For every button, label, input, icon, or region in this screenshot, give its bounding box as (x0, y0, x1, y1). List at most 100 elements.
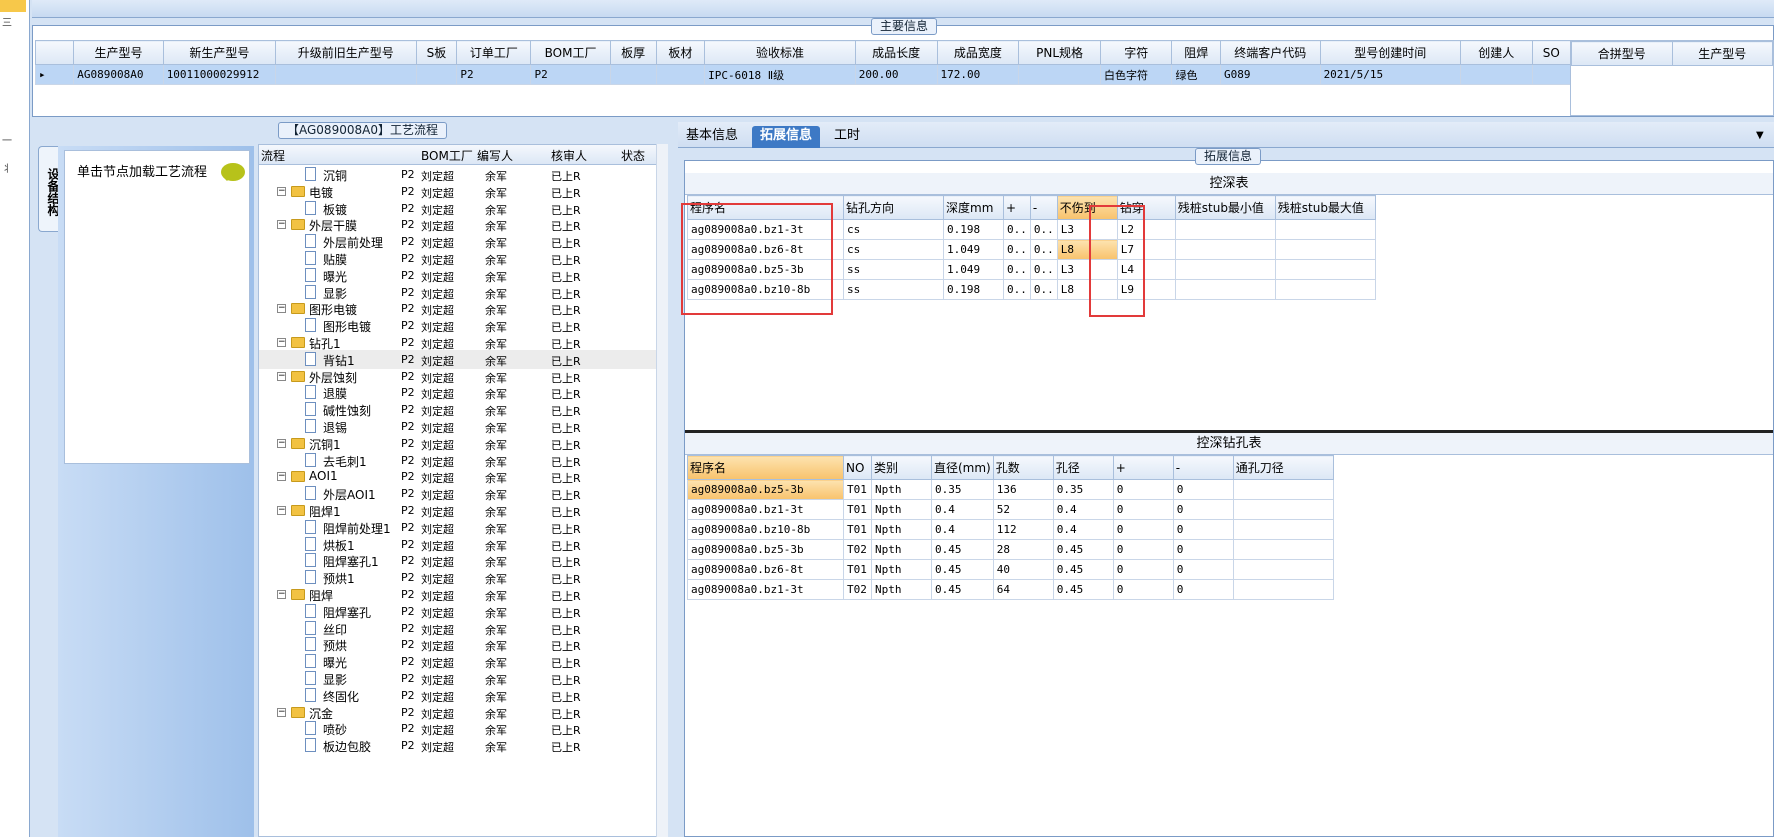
bom-factory: P2 (401, 638, 415, 652)
table-cell (1232, 579, 1334, 600)
table-cell: 112 (992, 519, 1054, 540)
document-icon (305, 385, 316, 400)
table-cell: 0.4 (931, 519, 994, 540)
collapse-icon[interactable]: − (277, 304, 286, 314)
column-header[interactable]: 验收标准 (704, 40, 856, 65)
collapse-icon[interactable]: − (277, 506, 286, 515)
column-header[interactable]: 直径(mm) (931, 455, 994, 480)
table-row[interactable]: ag089008a0.bz5-3b T02 Npth 0.45 28 0.45 0 0 (687, 539, 1334, 560)
column-header[interactable]: 状态 (621, 147, 645, 164)
column-header[interactable]: 字符 (1099, 40, 1173, 65)
process-tree: 流程 BOM工厂 编写人 核审人 状态 沉铜 P2 刘定超 余军 已上R − 电镀 P2 刘定超… (258, 144, 666, 837)
bom-factory: P2 (401, 537, 415, 551)
bom-factory: P2 (401, 403, 415, 417)
column-header[interactable]: 新生产型号 (162, 40, 277, 65)
column-header[interactable]: 孔径 (1052, 455, 1114, 480)
column-header[interactable]: 阻焊 (1171, 40, 1221, 65)
column-header[interactable]: 深度mm (943, 195, 1004, 220)
collapse-icon[interactable]: − (277, 472, 286, 482)
column-header[interactable]: S板 (415, 40, 458, 65)
table-cell: 0.45 (1052, 539, 1114, 560)
table-cell: 0 (1112, 499, 1174, 520)
column-header[interactable]: 型号创建时间 (1319, 40, 1462, 65)
table-cell (1018, 64, 1101, 85)
table-row[interactable]: ag089008a0.bz5-3b T01 Npth 0.35 136 0.35 0 0 (687, 479, 1334, 500)
collapse-icon[interactable]: − (277, 338, 286, 347)
column-header[interactable]: 升级前旧生产型号 (275, 40, 417, 65)
table-cell: Npth (871, 499, 932, 520)
status: 已上R (551, 741, 581, 755)
bom-factory: P2 (401, 453, 415, 467)
column-header[interactable]: 孔数 (992, 455, 1054, 480)
table-cell: 0.. (1029, 239, 1058, 260)
column-header[interactable]: 通孔刀径 (1232, 455, 1334, 480)
column-header[interactable]: NO (843, 455, 872, 480)
table-cell (1232, 559, 1334, 580)
tab-extended-info[interactable]: 拓展信息 (752, 126, 821, 148)
table-row[interactable]: ag089008a0.bz1-3t T01 Npth 0.4 52 0.4 0 0 (687, 499, 1334, 520)
column-header[interactable]: + (1003, 195, 1031, 220)
collapse-icon[interactable]: − (277, 186, 286, 196)
column-header[interactable]: PNL规格 (1018, 40, 1101, 65)
column-header[interactable]: 核审人 (551, 147, 587, 164)
table-cell (1274, 259, 1376, 280)
table-cell (1232, 499, 1334, 520)
column-header[interactable]: - (1172, 455, 1234, 480)
collapse-icon[interactable]: − (277, 371, 286, 381)
table-cell: 0 (1112, 579, 1174, 600)
table-cell (1174, 259, 1276, 280)
column-header[interactable]: 钻孔方向 (843, 195, 944, 220)
table-cell: T01 (843, 519, 872, 540)
column-header[interactable]: 编写人 (477, 147, 513, 164)
bom-factory: P2 (401, 252, 415, 265)
tree-scrollbar[interactable] (656, 144, 668, 837)
table-cell (1274, 219, 1376, 240)
collapse-icon[interactable]: − (277, 707, 286, 717)
tab-work-hours[interactable]: 工时 (826, 126, 868, 148)
column-header[interactable]: 残桩stub最大值 (1274, 195, 1376, 220)
table-row[interactable]: ▸ AG089008A0 10011000029912 P2 P2 IPC-6018 Ⅱ级… (34, 64, 1572, 85)
column-header[interactable]: 程序名 (687, 455, 844, 480)
column-header[interactable]: 终端客户代码 (1219, 40, 1321, 65)
column-header[interactable]: BOM工厂 (421, 147, 473, 164)
column-header[interactable]: 生产型号 (1671, 41, 1773, 66)
column-header[interactable]: 板材 (655, 40, 706, 65)
document-icon (305, 654, 316, 669)
column-header[interactable]: 生产型号 (73, 40, 164, 65)
collapse-icon[interactable]: − (277, 438, 286, 448)
column-header[interactable]: 残桩stub最小值 (1174, 195, 1276, 220)
table-cell: 0 (1172, 479, 1234, 500)
table-cell: 136 (992, 479, 1054, 500)
table-cell: 0.45 (931, 579, 994, 600)
column-header[interactable]: SO (1531, 40, 1572, 65)
column-header[interactable]: 合拼型号 (1571, 41, 1673, 66)
collapse-icon[interactable]: − (277, 220, 286, 230)
collapse-icon[interactable]: − (277, 590, 286, 599)
tab-basic-info[interactable]: 基本信息 (678, 126, 746, 148)
column-header[interactable]: 创建人 (1460, 40, 1533, 65)
table-row[interactable]: ag089008a0.bz1-3t T02 Npth 0.45 64 0.45 0 0 (687, 579, 1334, 600)
table-cell: P2 (530, 64, 611, 85)
column-header[interactable]: 板厚 (609, 40, 657, 65)
bom-factory: P2 (401, 588, 415, 601)
strip-mark: 丬 (2, 164, 12, 175)
node-hint-panel: 单击节点加载工艺流程 (64, 150, 250, 464)
column-header[interactable]: 类别 (871, 455, 932, 480)
chevron-down-icon[interactable]: ▼ (1748, 126, 1772, 148)
column-header[interactable]: 订单工厂 (456, 40, 532, 65)
column-header[interactable]: - (1029, 195, 1058, 220)
column-header[interactable]: BOM工厂 (530, 40, 611, 65)
document-icon (305, 620, 316, 635)
table-cell (1174, 239, 1276, 260)
column-header[interactable]: 流程 (261, 147, 285, 164)
column-header[interactable]: 成品宽度 (936, 40, 1020, 65)
tree-row[interactable]: 板边包胶 P2 刘定超 余军 已上R (259, 736, 659, 755)
reviewer: 余军 (485, 741, 507, 755)
table-cell: ag089008a0.bz5-3b (687, 479, 844, 500)
column-header[interactable]: + (1112, 455, 1174, 480)
table-row[interactable]: ag089008a0.bz10-8b T01 Npth 0.4 112 0.4 0 0 (687, 519, 1334, 540)
document-icon (305, 687, 316, 702)
process-name: AOI1 (309, 469, 338, 484)
column-header[interactable]: 成品长度 (854, 40, 938, 65)
table-row[interactable]: ag089008a0.bz6-8t T01 Npth 0.45 40 0.45 0 0 (687, 559, 1334, 580)
